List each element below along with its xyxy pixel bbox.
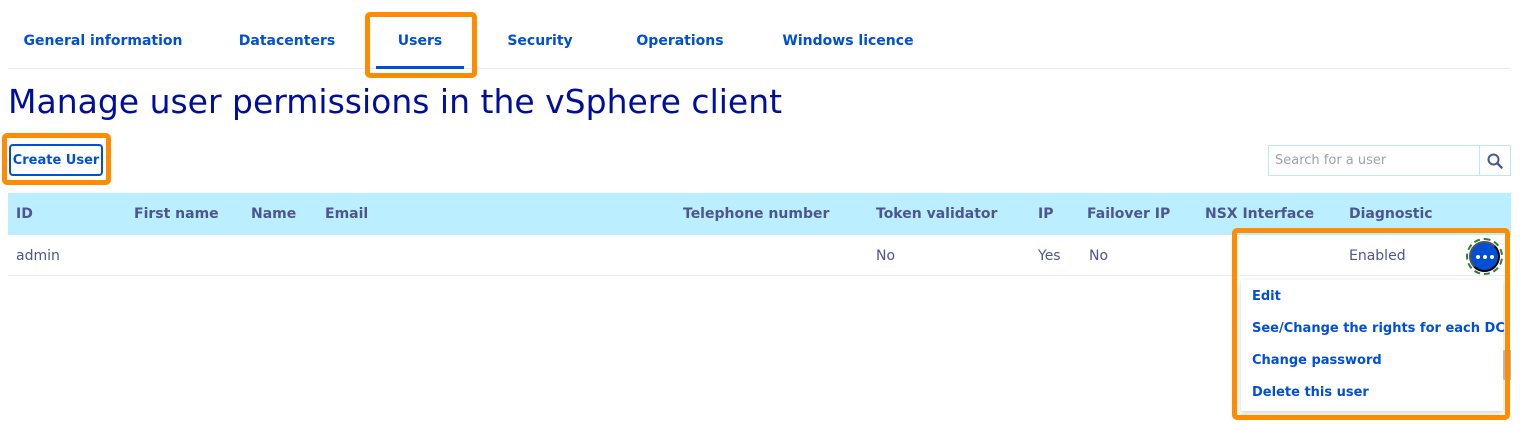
side-panel-handle[interactable] — [1503, 350, 1511, 380]
row-actions-menu: Edit See/Change the rights for each DC C… — [1241, 280, 1505, 411]
table-row: admin No Yes No Enabled — [8, 235, 1511, 276]
page-title: Manage user permissions in the vSphere c… — [8, 82, 783, 121]
tab-general-information[interactable]: General information — [8, 14, 198, 68]
search-icon — [1487, 153, 1503, 169]
create-user-button[interactable]: Create User — [9, 144, 103, 176]
search-input[interactable] — [1268, 145, 1479, 176]
menu-item-edit[interactable]: Edit — [1252, 285, 1281, 307]
cell-token-validator: No — [876, 247, 896, 264]
column-header-failover-ip[interactable]: Failover IP — [1087, 193, 1170, 235]
column-header-email[interactable]: Email — [325, 193, 368, 235]
tab-users[interactable]: Users — [376, 14, 464, 69]
tab-windows-licence[interactable]: Windows licence — [768, 14, 928, 68]
menu-item-change-password[interactable]: Change password — [1252, 349, 1382, 371]
column-header-id[interactable]: ID — [16, 193, 33, 235]
column-header-token-validator[interactable]: Token validator — [876, 193, 997, 235]
tab-users-label: Users — [397, 33, 443, 49]
menu-item-delete-user[interactable]: Delete this user — [1252, 381, 1369, 403]
table-header: ID First name Name Email Telephone numbe… — [8, 193, 1511, 235]
column-header-diagnostic[interactable]: Diagnostic — [1349, 193, 1433, 235]
column-header-first-name[interactable]: First name — [134, 193, 219, 235]
cell-ip: Yes — [1038, 247, 1061, 264]
more-dots-icon — [1475, 254, 1494, 259]
cell-id: admin — [16, 247, 60, 264]
active-tab-indicator — [376, 66, 464, 69]
tab-datacenters[interactable]: Datacenters — [220, 14, 354, 68]
user-search — [1268, 145, 1511, 176]
search-button[interactable] — [1479, 145, 1511, 176]
tab-operations[interactable]: Operations — [620, 14, 740, 68]
column-header-nsx-interface[interactable]: NSX Interface — [1205, 193, 1314, 235]
cell-failover-ip: No — [1089, 247, 1109, 264]
column-header-name[interactable]: Name — [251, 193, 296, 235]
column-header-ip[interactable]: IP — [1038, 193, 1053, 235]
menu-item-change-rights[interactable]: See/Change the rights for each DC — [1252, 317, 1505, 339]
tab-bar: General information Datacenters Users Se… — [8, 14, 1510, 69]
tab-security[interactable]: Security — [488, 14, 592, 68]
row-actions-button[interactable] — [1466, 238, 1503, 275]
cell-diagnostic: Enabled — [1349, 247, 1406, 264]
column-header-telephone-number[interactable]: Telephone number — [683, 193, 829, 235]
